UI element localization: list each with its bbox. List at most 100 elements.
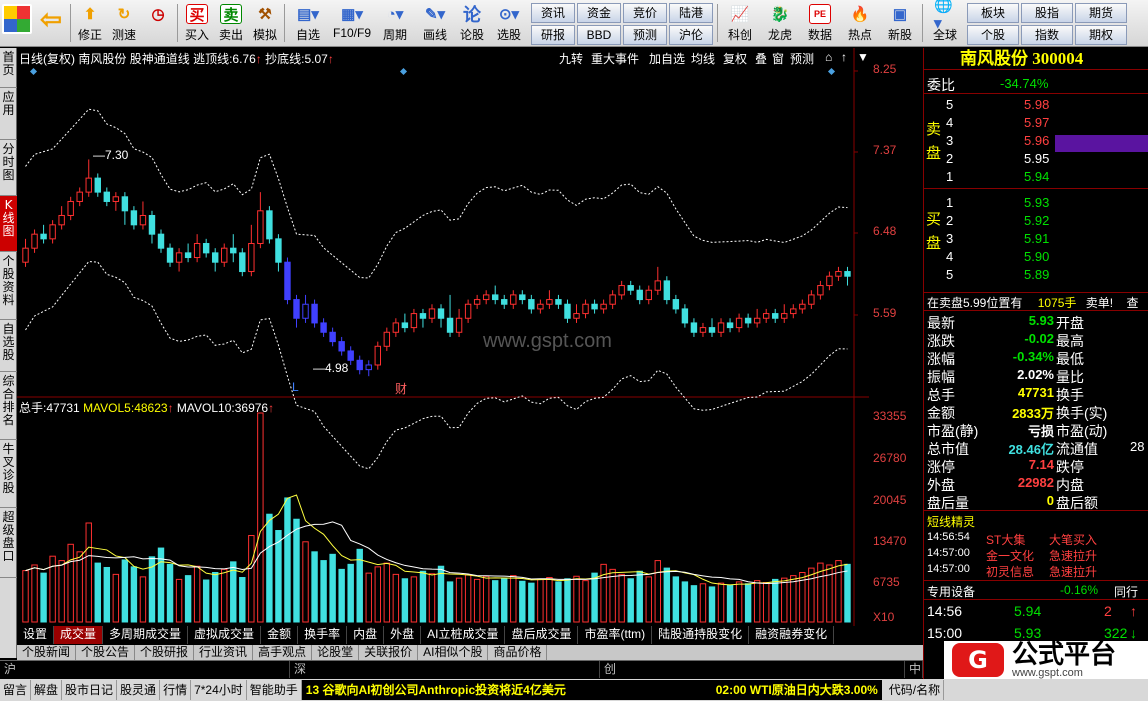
f10-button[interactable]: ▦▾ F10/F9 — [330, 0, 374, 46]
volume-bar — [293, 518, 300, 623]
tab-super-handicap[interactable]: 超级盘口 — [0, 508, 17, 578]
candle-body — [555, 299, 562, 305]
volume-bar — [130, 566, 138, 623]
candle-body — [501, 299, 508, 305]
tab-forum[interactable]: 论股堂 — [312, 645, 360, 660]
market-zx[interactable]: 中 — [905, 661, 923, 678]
brand-text: 公式平台 www.gspt.com — [1012, 641, 1116, 679]
data-button[interactable]: PE 数据 — [801, 0, 839, 46]
tab-pe-ttm[interactable]: 市盈率(ttm) — [578, 626, 653, 644]
tab-commodity[interactable]: 商品价格 — [488, 645, 548, 660]
tab-volume[interactable]: 成交量 — [54, 626, 104, 644]
candle-body — [311, 303, 318, 324]
tab-hk-holding[interactable]: 陆股通持股变化 — [652, 626, 750, 644]
market-sz[interactable]: 深 — [290, 661, 600, 678]
volume-axis-tick: 20045 — [873, 493, 907, 507]
tab-profile[interactable]: 个股资料 — [0, 252, 17, 320]
status-diary[interactable]: 股市日记 — [62, 680, 118, 700]
tab-inner[interactable]: 内盘 — [347, 626, 385, 644]
tab-ai-similar[interactable]: AI相似个股 — [418, 645, 489, 660]
ipo-button[interactable]: ▣ 新股 — [881, 0, 919, 46]
dragon-tiger-icon: 🐉 — [770, 6, 790, 23]
candle-body — [374, 345, 381, 366]
news-ticker[interactable]: 13 谷歌向AI初创公司Anthropic投资将近4亿美元 02:00 WTI原… — [301, 680, 882, 700]
dragon-tiger-button[interactable]: 🐉 龙虎 — [761, 0, 799, 46]
tab-industry-news[interactable]: 行业资讯 — [194, 645, 254, 660]
grid2-btn-index[interactable]: 指数 — [1021, 25, 1073, 45]
grid2-btn-stock[interactable]: 个股 — [967, 25, 1019, 45]
short-stock: 初灵信息 — [986, 565, 1035, 579]
tab-apps[interactable]: 应用 — [0, 88, 17, 140]
tab-settings[interactable]: 设置 — [17, 626, 55, 644]
status-message[interactable]: 留言 — [0, 680, 32, 700]
candle-body — [329, 331, 336, 343]
tab-stock-announce[interactable]: 个股公告 — [76, 645, 136, 660]
watchlist-button[interactable]: ▤▾ 自选 — [288, 0, 328, 46]
grid2-btn-sector[interactable]: 板块 — [967, 3, 1019, 23]
tab-ranking[interactable]: 综合排名 — [0, 372, 17, 440]
globe-button[interactable]: 🌐▾ 全球 — [926, 0, 964, 46]
status-assistant[interactable]: 智能助手 — [247, 680, 302, 700]
grid-btn-auction[interactable]: 竞价 — [623, 3, 667, 23]
clock-button[interactable]: ◷ — [142, 0, 174, 46]
tab-amount[interactable]: 金额 — [261, 626, 299, 644]
tab-outer[interactable]: 外盘 — [384, 626, 422, 644]
tab-home[interactable]: 首页 — [0, 48, 17, 88]
tab-stock-research[interactable]: 个股研报 — [135, 645, 195, 660]
grid-btn-funds[interactable]: 资金 — [577, 3, 621, 23]
grid-btn-london[interactable]: 沪伦 — [669, 25, 713, 45]
market-index-bar: 沪 深 创 中 — [0, 660, 923, 678]
toolbar-divider — [284, 4, 285, 42]
tab-watchlist[interactable]: 自选股 — [0, 320, 17, 372]
status-247[interactable]: 7*24小时 — [191, 680, 247, 700]
grid-btn-bbd[interactable]: BBD — [577, 25, 621, 45]
pick-stock-button[interactable]: ⊙▾ 选股 — [490, 0, 528, 46]
status-analysis[interactable]: 解盘 — [31, 680, 63, 700]
toolbar-divider — [70, 4, 71, 42]
sell-button[interactable]: 卖卖出 — [215, 0, 247, 46]
stat-right-label: 流通值 — [1056, 441, 1098, 457]
tab-after-volume[interactable]: 盘后成交量 — [505, 626, 579, 644]
tab-diagnosis[interactable]: 牛叉诊股 — [0, 440, 17, 508]
repair-button[interactable]: ⬆ 修正 — [74, 0, 106, 46]
tab-intraday[interactable]: 分时图 — [0, 140, 17, 196]
tab-kline[interactable]: K线图 — [0, 196, 17, 252]
tab-expert-view[interactable]: 高手观点 — [253, 645, 313, 660]
tab-ai-volume[interactable]: AI立桩成交量 — [421, 626, 506, 644]
tab-related-quote[interactable]: 关联报价 — [359, 645, 419, 660]
grid-btn-research[interactable]: 研报 — [531, 25, 575, 45]
grid2-btn-options[interactable]: 期权 — [1075, 25, 1127, 45]
tab-turnover[interactable]: 换手率 — [298, 626, 348, 644]
status-quotes[interactable]: 行情 — [160, 680, 192, 700]
grid-btn-hk[interactable]: 陆港 — [669, 3, 713, 23]
back-button[interactable]: ⇦ — [35, 0, 67, 46]
tab-stock-news[interactable]: 个股新闻 — [17, 645, 77, 660]
market-cyb[interactable]: 创 — [600, 661, 905, 678]
grid2-btn-futures[interactable]: 期货 — [1075, 3, 1127, 23]
grid2-btn-index-futures[interactable]: 股指 — [1021, 3, 1073, 23]
kline-chart-area[interactable]: 日线(复权) 南风股份 股神通道线 逃顶线:6.76↑ 抄底线:5.07↑ 九转… — [17, 48, 923, 628]
code-search[interactable]: 代码/名称 — [886, 680, 945, 700]
stat-label: 总手 — [927, 387, 955, 403]
drawline-button[interactable]: ✎▾ 画线 — [416, 0, 454, 46]
big-order-notice: 在卖盘5.99位置有 1075手 卖单! 查 — [927, 294, 1138, 311]
buy-button[interactable]: 买买入 — [181, 0, 213, 46]
speedtest-button[interactable]: ↻ 测速 — [108, 0, 140, 46]
tab-multi-volume[interactable]: 多周期成交量 — [103, 626, 189, 644]
stat-value: 2.02% — [1017, 367, 1054, 382]
period-button[interactable]: ◔▾ 周期 — [376, 0, 414, 46]
simulate-button[interactable]: ⚒ 模拟 — [249, 0, 281, 46]
candle-body — [826, 275, 833, 287]
logo-grid-button[interactable] — [1, 0, 33, 46]
volume-bar — [112, 573, 120, 623]
tab-margin[interactable]: 融资融券变化 — [749, 626, 835, 644]
volume-bar — [772, 578, 779, 623]
hot-button[interactable]: 🔥 热点 — [841, 0, 879, 46]
tab-virtual-volume[interactable]: 虚拟成交量 — [188, 626, 262, 644]
grid-btn-forecast[interactable]: 预测 — [623, 25, 667, 45]
status-gulingtong[interactable]: 股灵通 — [117, 680, 161, 700]
grid-btn-news[interactable]: 资讯 — [531, 3, 575, 23]
star-market-button[interactable]: 📈 科创 — [721, 0, 759, 46]
discuss-button[interactable]: 论论股 — [456, 0, 488, 46]
market-sh[interactable]: 沪 — [0, 661, 290, 678]
